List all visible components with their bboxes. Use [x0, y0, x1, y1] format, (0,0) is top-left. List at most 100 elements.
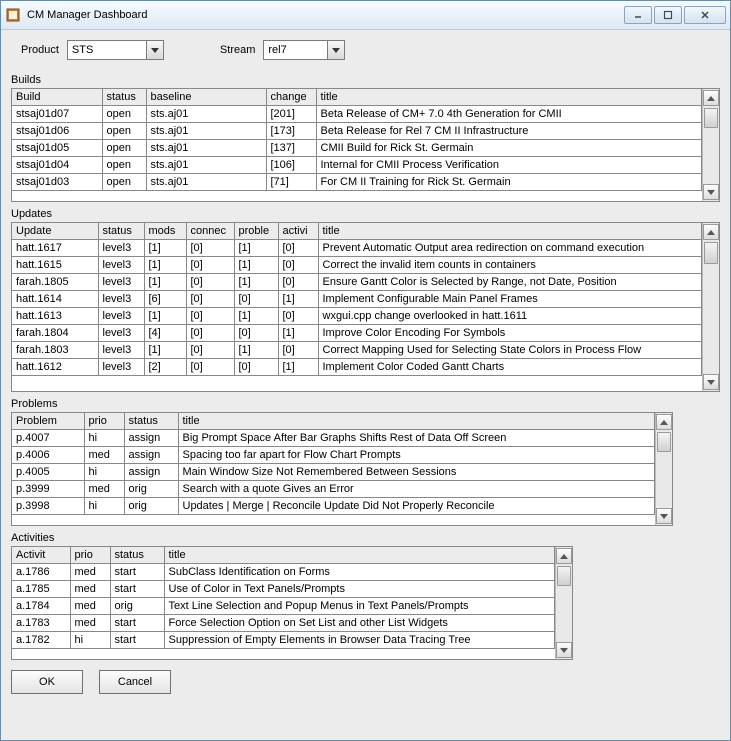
column-header[interactable]: prio [84, 413, 124, 430]
table-row[interactable]: stsaj01d04opensts.aj01[106]Internal for … [12, 157, 702, 174]
table-cell[interactable]: farah.1805 [12, 274, 98, 291]
scroll-thumb[interactable] [704, 242, 718, 264]
table-row[interactable]: a.1786medstartSubClass Identification on… [12, 564, 555, 581]
table-row[interactable]: p.4007hiassignBig Prompt Space After Bar… [12, 430, 655, 447]
table-cell[interactable]: p.4007 [12, 430, 84, 447]
table-cell[interactable]: [1] [144, 240, 186, 257]
table-cell[interactable]: open [102, 123, 146, 140]
column-header[interactable]: status [98, 223, 144, 240]
table-cell[interactable]: level3 [98, 325, 144, 342]
table-row[interactable]: a.1785medstartUse of Color in Text Panel… [12, 581, 555, 598]
table-cell[interactable]: [0] [186, 257, 234, 274]
column-header[interactable]: title [164, 547, 555, 564]
scroll-thumb[interactable] [657, 432, 671, 452]
table-row[interactable]: a.1783medstartForce Selection Option on … [12, 615, 555, 632]
table-cell[interactable]: hatt.1617 [12, 240, 98, 257]
table-cell[interactable]: [1] [278, 291, 318, 308]
builds-table[interactable]: Buildstatusbaselinechangetitle stsaj01d0… [12, 89, 702, 191]
table-cell[interactable]: [1] [144, 308, 186, 325]
table-cell[interactable]: Correct Mapping Used for Selecting State… [318, 342, 702, 359]
table-row[interactable]: hatt.1613level3[1][0][1][0]wxgui.cpp cha… [12, 308, 702, 325]
table-cell[interactable]: start [110, 564, 164, 581]
table-cell[interactable]: [0] [186, 291, 234, 308]
table-cell[interactable]: [71] [266, 174, 316, 191]
table-cell[interactable]: orig [110, 598, 164, 615]
table-cell[interactable]: open [102, 157, 146, 174]
table-row[interactable]: p.3999medorigSearch with a quote Gives a… [12, 481, 655, 498]
table-row[interactable]: stsaj01d03opensts.aj01[71]For CM II Trai… [12, 174, 702, 191]
table-cell[interactable]: level3 [98, 359, 144, 376]
table-cell[interactable]: [0] [278, 257, 318, 274]
table-cell[interactable]: assign [124, 447, 178, 464]
chevron-down-icon[interactable] [327, 41, 344, 59]
column-header[interactable]: baseline [146, 89, 266, 106]
table-cell[interactable]: Prevent Automatic Output area redirectio… [318, 240, 702, 257]
table-cell[interactable]: [0] [186, 308, 234, 325]
table-cell[interactable]: med [84, 447, 124, 464]
scroll-down-icon[interactable] [656, 508, 672, 524]
table-cell[interactable]: [4] [144, 325, 186, 342]
table-cell[interactable]: [0] [186, 240, 234, 257]
table-cell[interactable]: [1] [144, 342, 186, 359]
table-cell[interactable]: [1] [234, 257, 278, 274]
table-cell[interactable]: Implement Configurable Main Panel Frames [318, 291, 702, 308]
table-cell[interactable]: stsaj01d04 [12, 157, 102, 174]
stream-combo[interactable]: rel7 [263, 40, 345, 60]
table-cell[interactable]: assign [124, 464, 178, 481]
table-cell[interactable]: Text Line Selection and Popup Menus in T… [164, 598, 555, 615]
table-cell[interactable]: hatt.1613 [12, 308, 98, 325]
table-cell[interactable]: [137] [266, 140, 316, 157]
table-cell[interactable]: p.3998 [12, 498, 84, 515]
table-cell[interactable]: Big Prompt Space After Bar Graphs Shifts… [178, 430, 655, 447]
problems-grid[interactable]: Problempriostatustitle p.4007hiassignBig… [11, 412, 673, 526]
table-cell[interactable]: [0] [278, 274, 318, 291]
table-cell[interactable]: start [110, 632, 164, 649]
column-header[interactable]: mods [144, 223, 186, 240]
table-cell[interactable]: stsaj01d05 [12, 140, 102, 157]
table-cell[interactable]: hi [70, 632, 110, 649]
table-cell[interactable]: [0] [186, 325, 234, 342]
problems-table[interactable]: Problempriostatustitle p.4007hiassignBig… [12, 413, 655, 515]
table-cell[interactable]: Implement Color Coded Gantt Charts [318, 359, 702, 376]
table-cell[interactable]: level3 [98, 342, 144, 359]
table-cell[interactable]: med [70, 598, 110, 615]
column-header[interactable]: status [124, 413, 178, 430]
table-row[interactable]: farah.1805level3[1][0][1][0]Ensure Gantt… [12, 274, 702, 291]
table-cell[interactable]: start [110, 581, 164, 598]
table-row[interactable]: p.3998hiorigUpdates | Merge | Reconcile … [12, 498, 655, 515]
table-cell[interactable]: [0] [186, 274, 234, 291]
table-cell[interactable]: orig [124, 498, 178, 515]
table-cell[interactable]: [0] [278, 240, 318, 257]
table-cell[interactable]: sts.aj01 [146, 174, 266, 191]
table-cell[interactable]: med [70, 581, 110, 598]
table-cell[interactable]: [0] [186, 359, 234, 376]
table-cell[interactable]: hi [84, 464, 124, 481]
titlebar[interactable]: CM Manager Dashboard [1, 1, 730, 30]
table-cell[interactable]: [0] [278, 342, 318, 359]
scroll-up-icon[interactable] [703, 224, 719, 240]
activities-grid[interactable]: Activitpriostatustitle a.1786medstartSub… [11, 546, 573, 660]
table-cell[interactable]: sts.aj01 [146, 157, 266, 174]
table-cell[interactable]: level3 [98, 291, 144, 308]
table-cell[interactable]: SubClass Identification on Forms [164, 564, 555, 581]
table-row[interactable]: stsaj01d05opensts.aj01[137]CMII Build fo… [12, 140, 702, 157]
table-row[interactable]: hatt.1614level3[6][0][0][1]Implement Con… [12, 291, 702, 308]
table-cell[interactable]: Beta Release of CM+ 7.0 4th Generation f… [316, 106, 702, 123]
updates-scrollbar[interactable] [702, 223, 719, 391]
column-header[interactable]: title [178, 413, 655, 430]
column-header[interactable]: title [318, 223, 702, 240]
chevron-down-icon[interactable] [146, 41, 163, 59]
table-cell[interactable]: Suppression of Empty Elements in Browser… [164, 632, 555, 649]
table-cell[interactable]: a.1785 [12, 581, 70, 598]
scroll-down-icon[interactable] [703, 374, 719, 390]
table-cell[interactable]: med [70, 564, 110, 581]
column-header[interactable]: change [266, 89, 316, 106]
table-row[interactable]: farah.1804level3[4][0][0][1]Improve Colo… [12, 325, 702, 342]
table-row[interactable]: a.1782histartSuppression of Empty Elemen… [12, 632, 555, 649]
table-cell[interactable]: [0] [234, 359, 278, 376]
table-cell[interactable]: Updates | Merge | Reconcile Update Did N… [178, 498, 655, 515]
table-cell[interactable]: hi [84, 498, 124, 515]
table-cell[interactable]: [201] [266, 106, 316, 123]
table-cell[interactable]: Force Selection Option on Set List and o… [164, 615, 555, 632]
table-cell[interactable]: level3 [98, 274, 144, 291]
